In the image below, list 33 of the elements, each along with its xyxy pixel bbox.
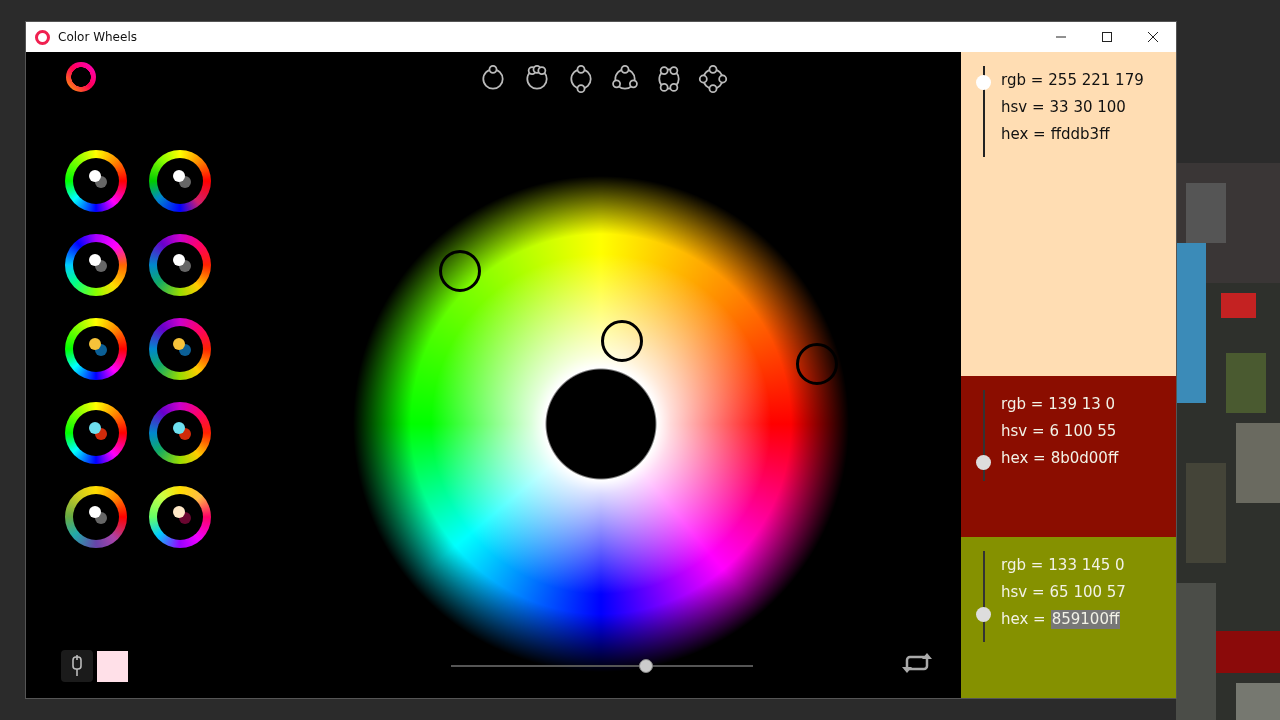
color-marker[interactable] [601,320,643,362]
value-label: hsv = [1001,583,1045,602]
value-text[interactable]: 33 30 100 [1049,98,1126,117]
value-label: hsv = [1001,422,1045,441]
value-label: rgb = [1001,395,1044,414]
value-text[interactable]: 139 13 0 [1048,395,1116,414]
slider-track[interactable] [976,551,992,642]
color-marker[interactable] [796,343,838,385]
slider-track[interactable] [976,390,992,481]
value-label: hex = [1001,125,1046,144]
slider-track[interactable] [976,66,992,157]
app-icon [35,29,50,45]
color-marker[interactable] [439,250,481,292]
slider-thumb[interactable] [976,454,991,470]
slider-thumb[interactable] [976,606,991,622]
value-label: rgb = [1001,71,1044,90]
eyedropper-icon [70,655,84,677]
value-text[interactable]: 255 221 179 [1048,71,1144,90]
logo-icon [66,62,96,92]
value-text[interactable]: 8b0d00ff [1050,449,1119,468]
slider-thumb[interactable] [976,75,991,91]
value-label: hsv = [1001,98,1045,117]
eyedropper-button[interactable] [61,650,93,682]
value-text[interactable]: 859100ff [1050,610,1121,629]
value-label: hex = [1001,610,1046,629]
close-icon [1147,31,1159,43]
value-text[interactable]: ffddb3ff [1050,125,1110,144]
value-text[interactable]: 6 100 55 [1049,422,1117,441]
window-title: Color Wheels [58,30,137,44]
value-label: rgb = [1001,556,1044,575]
maximize-icon [1101,31,1113,43]
value-label: hex = [1001,449,1046,468]
brightness-slider[interactable] [451,658,753,674]
